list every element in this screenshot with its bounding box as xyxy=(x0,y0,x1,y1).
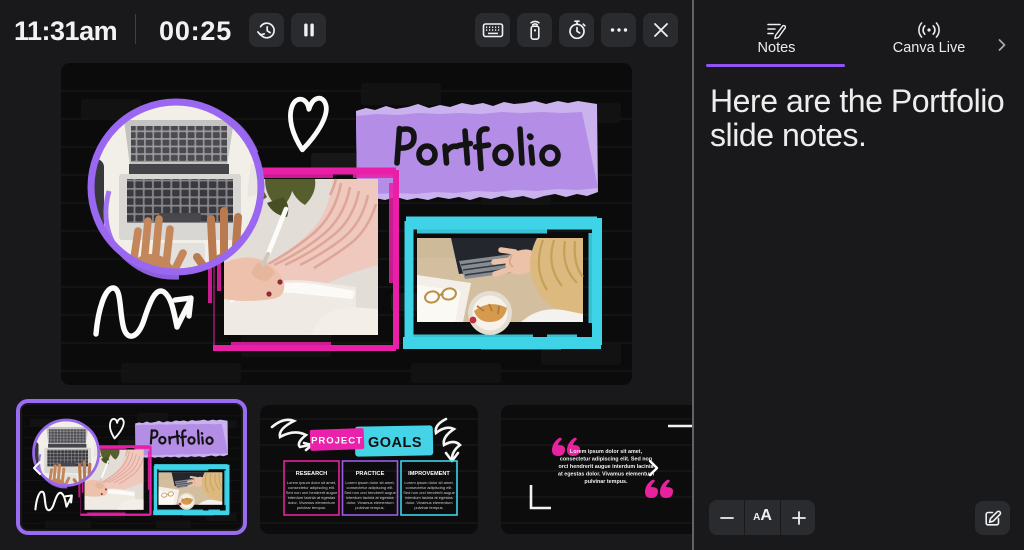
svg-text:pulvinar tempus.: pulvinar tempus. xyxy=(355,505,384,510)
svg-text:orci hendrerit augue interdum: orci hendrerit augue interdum lacinia xyxy=(559,464,655,470)
svg-text:pulvinar tempus.: pulvinar tempus. xyxy=(584,479,628,485)
svg-text:pulvinar tempus.: pulvinar tempus. xyxy=(414,505,443,510)
svg-text:at egestas dolor. Vivamus elem: at egestas dolor. Vivamus elementum xyxy=(558,472,654,478)
svg-text:IMPROVEMENT: IMPROVEMENT xyxy=(408,471,450,477)
svg-text:RESEARCH: RESEARCH xyxy=(296,471,327,477)
svg-text:pulvinar tempus.: pulvinar tempus. xyxy=(297,505,326,510)
svg-text:PROJECT: PROJECT xyxy=(311,436,363,447)
svg-text:consectetur adipiscing elit. S: consectetur adipiscing elit. Sed non xyxy=(560,457,652,463)
svg-text:GOALS: GOALS xyxy=(368,435,422,451)
svg-text:Lorem ipsum dolor sit amet,: Lorem ipsum dolor sit amet, xyxy=(570,449,643,455)
svg-text:PRACTICE: PRACTICE xyxy=(356,471,385,477)
